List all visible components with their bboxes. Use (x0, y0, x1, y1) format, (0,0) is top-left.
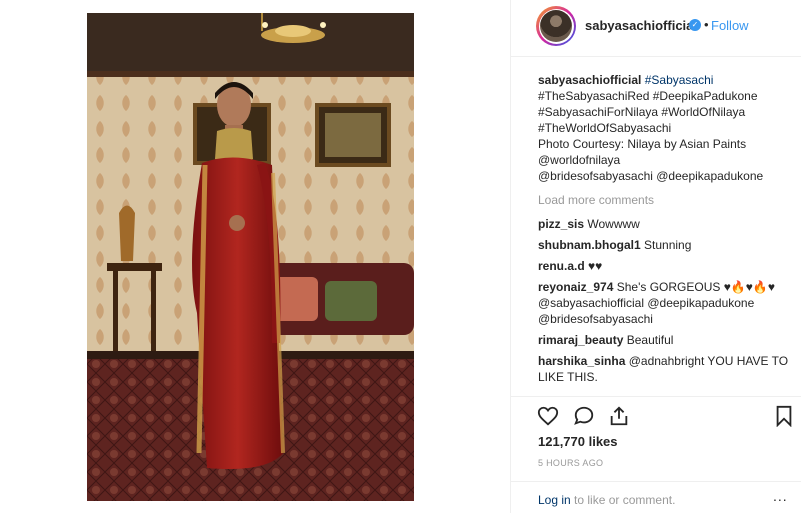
login-bar: Log in to like or comment. ... (511, 481, 801, 514)
comment-text: ♥♥ (588, 259, 603, 273)
post-side-panel: sabyasachiofficial ✓ • Follow sabyasachi… (511, 0, 801, 513)
load-more-comments-button[interactable]: Load more comments (538, 192, 793, 208)
post-username[interactable]: sabyasachiofficial (585, 18, 697, 33)
list-item: rimaraj_beauty Beautiful (538, 332, 793, 348)
caption-username[interactable]: sabyasachiofficial (538, 73, 641, 87)
caption-line[interactable]: #TheSabyasachiRed #DeepikaPadukone (538, 88, 793, 104)
heart-icon[interactable] (537, 405, 559, 427)
caption-line[interactable]: #SabyasachiForNilaya #WorldOfNilaya (538, 104, 793, 120)
photo-illustration (87, 13, 414, 501)
comment-username[interactable]: reyonaiz_974 (538, 280, 613, 294)
comment-username[interactable]: harshika_sinha (538, 354, 625, 368)
post-actions-bar (511, 396, 801, 433)
comment-username[interactable]: rimaraj_beauty (538, 333, 623, 347)
list-item: harshika_sinha @adnahbright YOU HAVE TO … (538, 353, 793, 385)
post-photo[interactable] (87, 13, 414, 501)
bookmark-icon[interactable] (773, 405, 795, 427)
avatar[interactable] (536, 6, 576, 46)
caption-line[interactable]: @brides​ofsabyasachi @deepikapadukone (538, 168, 793, 184)
verified-badge-icon: ✓ (689, 19, 701, 31)
comment-username[interactable]: shubnam.bhogal1 (538, 238, 641, 252)
avatar-image (540, 10, 572, 42)
post-header: sabyasachiofficial ✓ • Follow (511, 0, 801, 57)
more-options-button[interactable]: ... (773, 488, 788, 504)
login-prompt: Log in to like or comment. (538, 493, 675, 507)
comment-text: Wowwww (587, 217, 640, 231)
comment-username[interactable]: renu.a.d (538, 259, 585, 273)
list-item: pizz_sis Wowwww (538, 216, 793, 232)
header-separator: • (704, 17, 709, 32)
caption-line[interactable]: #Sabyasachi (645, 73, 714, 87)
login-link[interactable]: Log in (538, 493, 571, 507)
login-rest-text: to like or comment. (570, 493, 676, 507)
caption-line[interactable]: @worldofnilaya (538, 152, 793, 168)
likes-count[interactable]: 121,770 likes (538, 434, 618, 449)
avatar-ring (538, 8, 574, 44)
list-item: renu.a.d ♥♥ (538, 258, 793, 274)
post-timestamp[interactable]: 5 HOURS AGO (538, 458, 603, 468)
list-item: reyonaiz_974 She's GORGEOUS ♥🔥♥🔥♥ @sabya… (538, 279, 793, 327)
post-caption: sabyasachiofficial #Sabyasachi #TheSabya… (538, 72, 793, 184)
comment-text: Beautiful (626, 333, 674, 347)
list-item: shubnam.bhogal1 Stunning (538, 237, 793, 253)
comment-text: Stunning (644, 238, 692, 252)
share-icon[interactable] (608, 405, 630, 427)
caption-line[interactable]: #TheWorldOfSabyasachi (538, 120, 793, 136)
comment-bubble-icon[interactable] (573, 405, 595, 427)
comments-section[interactable]: sabyasachiofficial #Sabyasachi #TheSabya… (538, 72, 793, 396)
comment-username[interactable]: pizz_sis (538, 217, 584, 231)
follow-button[interactable]: Follow (711, 18, 749, 33)
caption-line: Photo Courtesy: Nilaya by Asian Paints (538, 137, 747, 151)
post-media-area (0, 0, 510, 513)
